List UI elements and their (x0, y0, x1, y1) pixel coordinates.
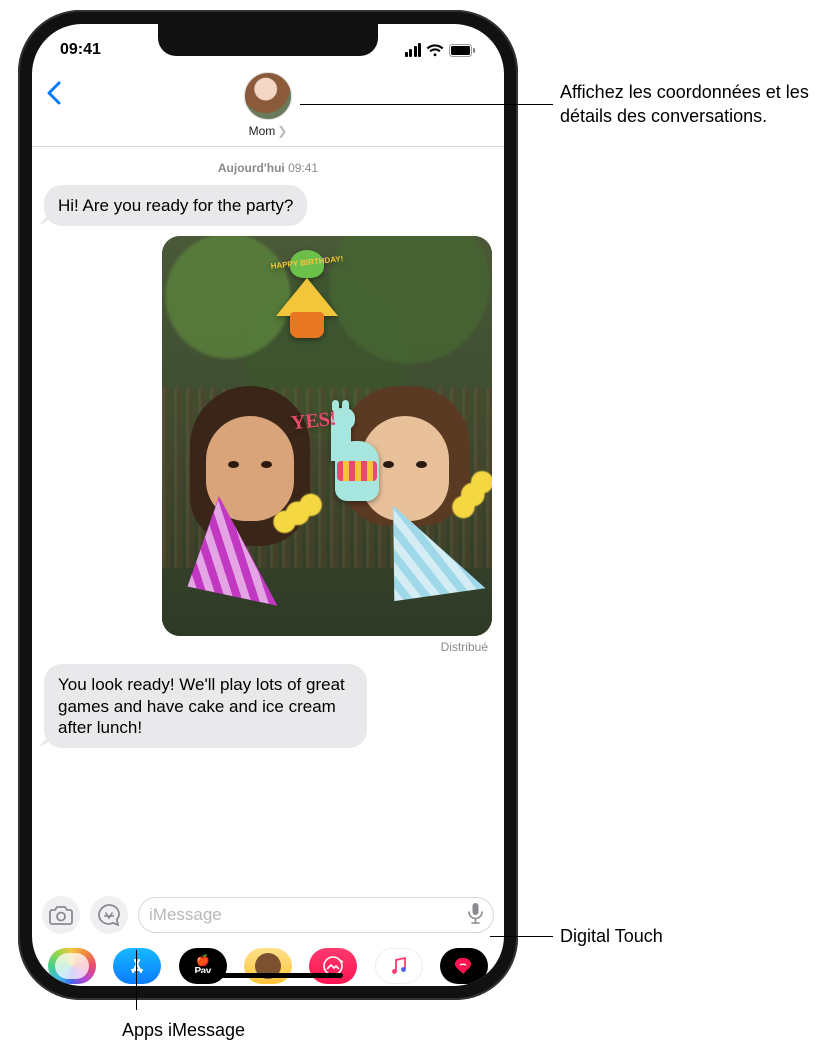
app-drawer[interactable]: 🍎 Pay (32, 940, 504, 986)
dictation-icon[interactable] (468, 902, 483, 929)
contact-avatar (244, 72, 292, 120)
contact-button[interactable]: Mom ❯ (244, 72, 292, 138)
notch (158, 24, 378, 56)
conversation-header: Mom ❯ (32, 68, 504, 147)
images-app-icon[interactable] (309, 948, 357, 984)
screen: 09:41 Mom ❯ (32, 24, 504, 986)
home-indicator[interactable] (193, 973, 343, 978)
llama-sticker: YES! (307, 406, 385, 501)
chevron-right-icon: ❯ (277, 124, 287, 138)
apps-button[interactable] (90, 896, 128, 934)
photos-app-icon[interactable] (48, 948, 96, 984)
back-button[interactable] (46, 72, 86, 112)
callout-contact-details: Affichez les coordonnées et les détails … (560, 80, 810, 129)
contact-name-label: Mom (249, 124, 276, 138)
compose-row: iMessage (32, 890, 504, 940)
battery-icon (449, 44, 476, 57)
status-right (405, 43, 477, 57)
callout-line (490, 936, 553, 937)
pineapple-sticker: HAPPY BIRTHDAY! (272, 250, 342, 338)
callout-imessage-apps: Apps iMessage (122, 1018, 245, 1042)
thread-timestamp: Aujourd'hui 09:41 (44, 161, 492, 175)
app-store-app-icon[interactable] (113, 948, 161, 984)
animoji-app-icon[interactable] (244, 948, 292, 984)
music-app-icon[interactable] (375, 948, 423, 984)
apple-pay-app-icon[interactable]: 🍎 Pay (179, 948, 227, 984)
message-thread[interactable]: Aujourd'hui 09:41 Hi! Are you ready for … (32, 147, 504, 890)
incoming-message[interactable]: You look ready! We'll play lots of great… (44, 664, 367, 748)
callout-line (300, 104, 553, 105)
incoming-message[interactable]: Hi! Are you ready for the party? (44, 185, 307, 226)
wifi-icon (426, 44, 444, 57)
cellular-signal-icon (405, 43, 422, 57)
callout-digital-touch: Digital Touch (560, 924, 663, 948)
camera-button[interactable] (42, 896, 80, 934)
message-input[interactable]: iMessage (138, 897, 494, 933)
status-time: 09:41 (60, 41, 101, 59)
digital-touch-app-icon[interactable] (440, 948, 488, 984)
phone-frame: 09:41 Mom ❯ (18, 10, 518, 1000)
delivered-status: Distribué (441, 640, 488, 654)
input-placeholder: iMessage (149, 905, 222, 925)
callout-line (136, 950, 137, 1010)
sent-photo-message[interactable]: HAPPY BIRTHDAY! YES! (162, 236, 492, 636)
